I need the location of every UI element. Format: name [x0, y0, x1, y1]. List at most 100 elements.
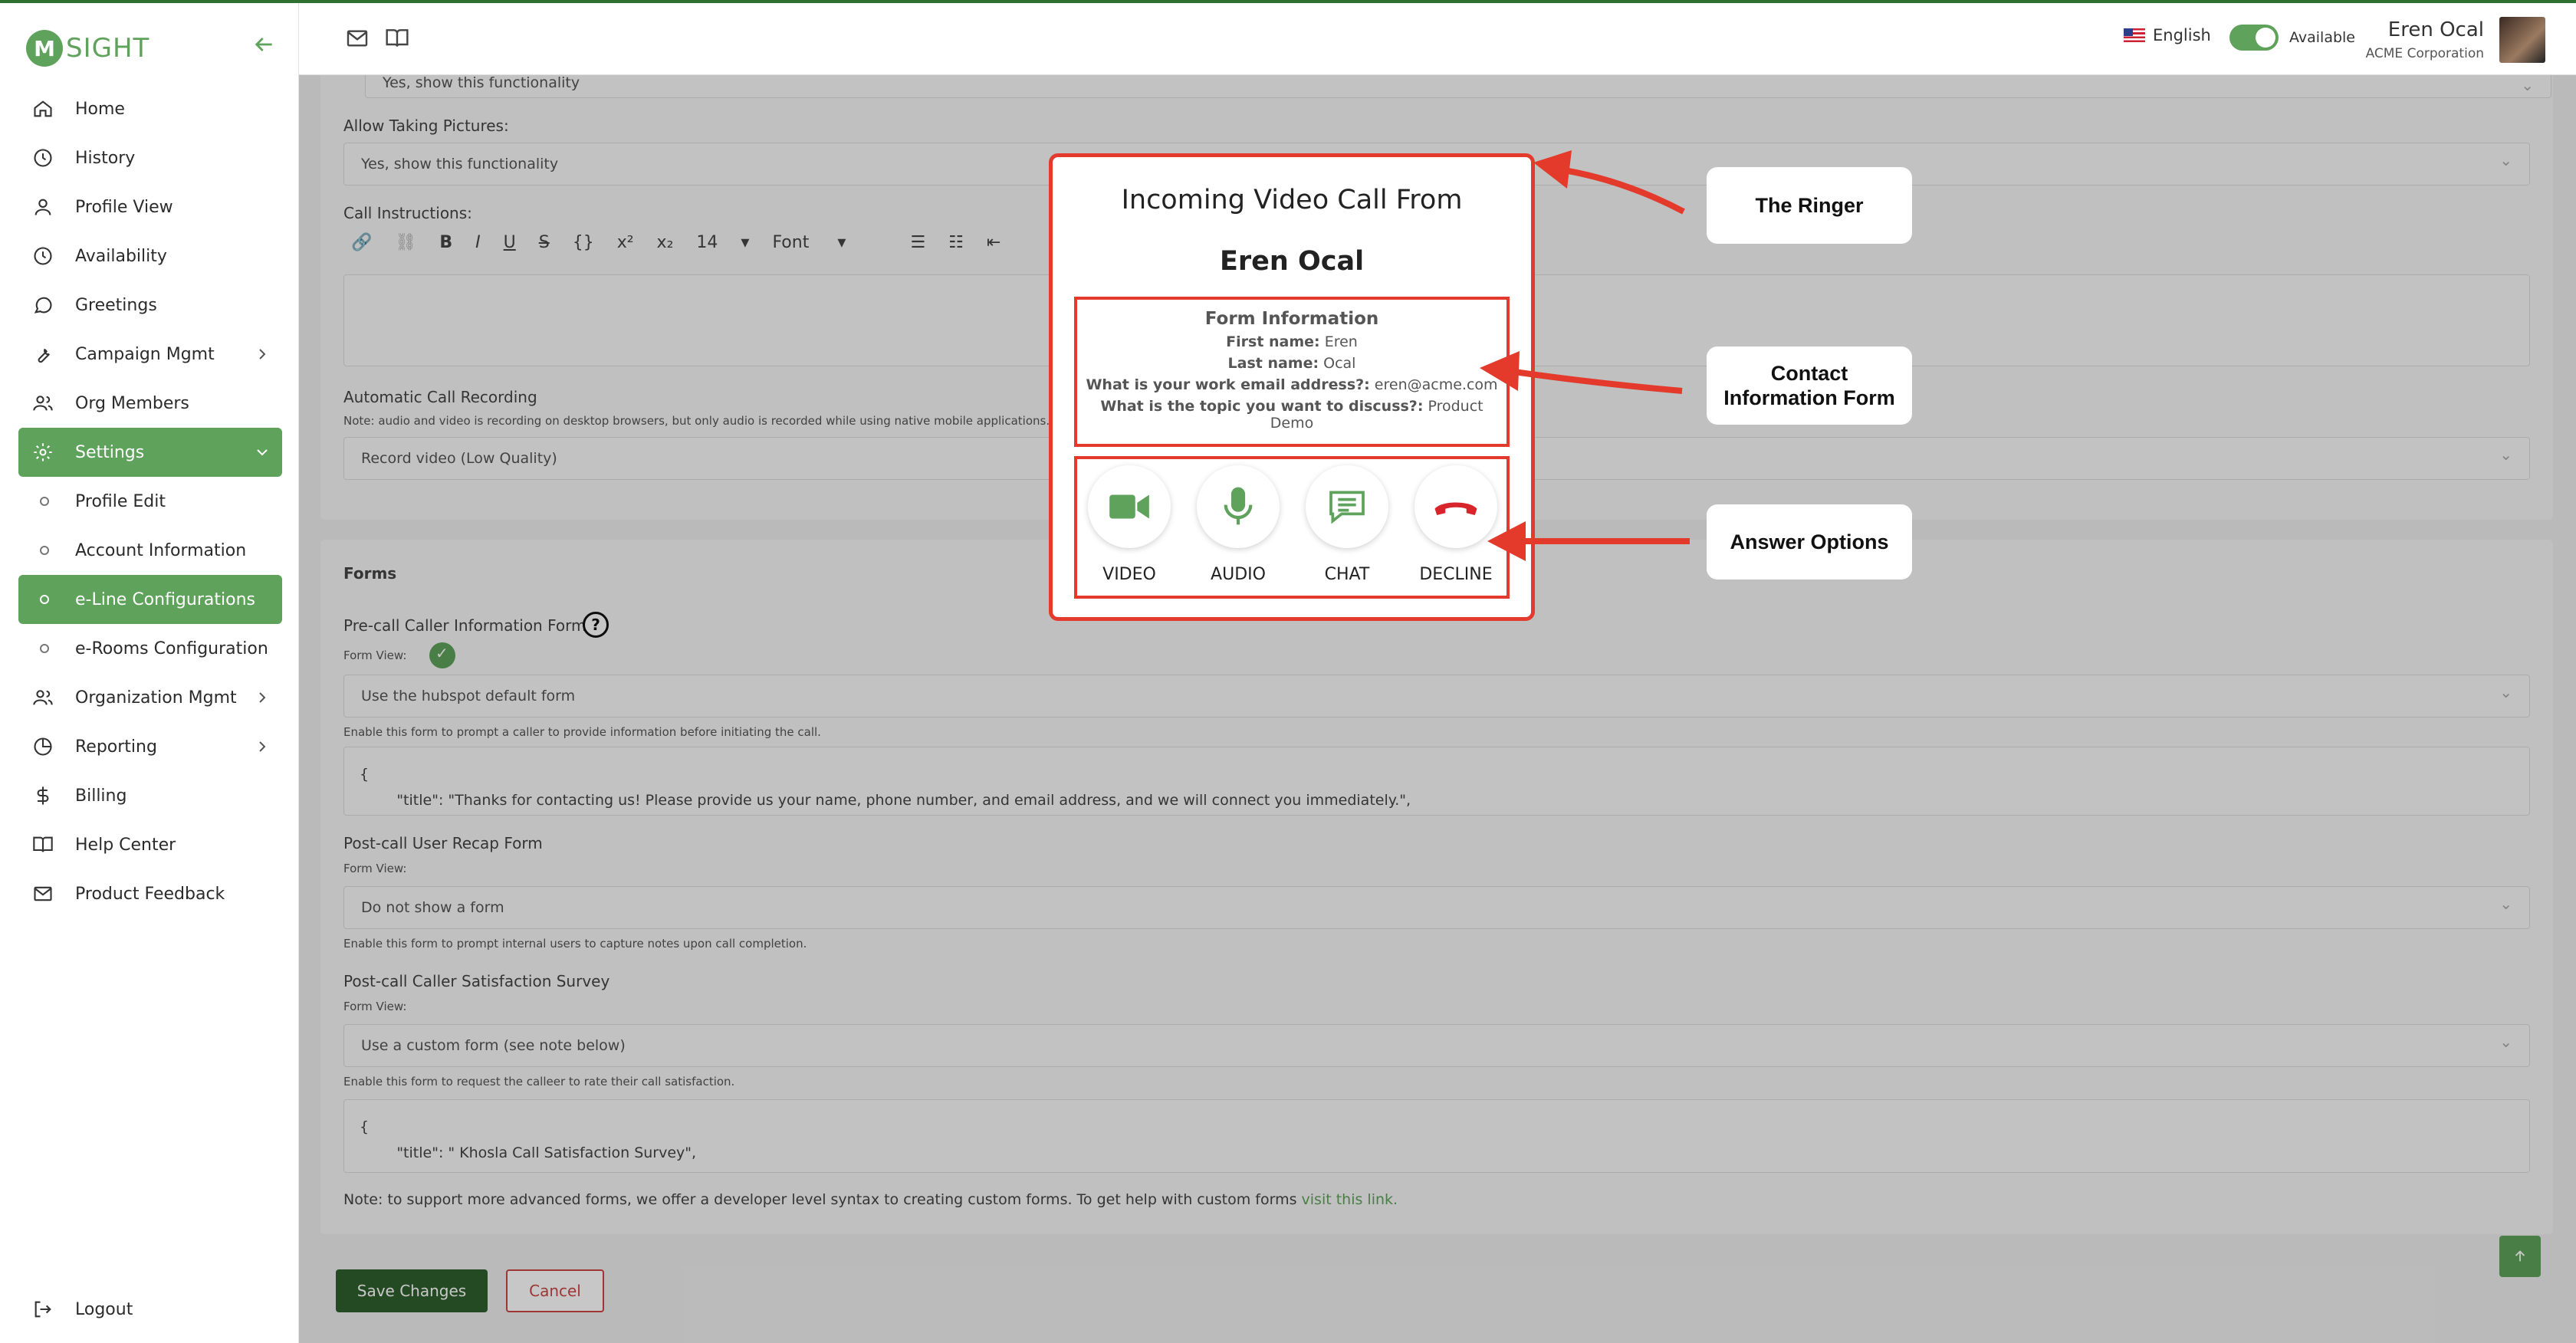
chevron-right-icon	[259, 741, 266, 752]
sidebar-item-label: Home	[75, 99, 125, 119]
wrench-icon	[38, 348, 50, 363]
logo-mark: M	[26, 30, 63, 67]
sidebar-item-org-members[interactable]: Org Members	[18, 379, 282, 428]
sidebar-item-help-center[interactable]: Help Center	[18, 820, 282, 869]
audio-answer-button[interactable]: AUDIO	[1192, 465, 1284, 584]
sidebar-item-label: Profile Edit	[75, 491, 166, 511]
logout-section: Logout	[18, 1285, 282, 1334]
user-organization: ACME Corporation	[2365, 46, 2484, 61]
form-field-first-name: First name: Eren	[1226, 333, 1358, 350]
ringer-title: Incoming Video Call From	[1121, 185, 1463, 215]
sidebar-item-label: e-Line Configurations	[75, 589, 255, 609]
logout-button[interactable]: Logout	[18, 1285, 282, 1334]
book-icon	[33, 836, 53, 852]
book-icon[interactable]	[385, 26, 409, 51]
decline-label: DECLINE	[1419, 565, 1493, 584]
form-field-topic: What is the topic you want to discuss?: …	[1100, 398, 1484, 432]
avatar[interactable]	[2499, 17, 2545, 63]
form-field-last-name: Last name: Ocal	[1227, 355, 1356, 372]
sidebar-item-label: Campaign Mgmt	[75, 344, 215, 364]
circle-bullet-icon	[40, 644, 49, 653]
top-accent-line	[0, 0, 2576, 3]
sidebar-item-account-information[interactable]: Account Information	[18, 526, 282, 575]
circle-bullet-icon	[40, 595, 49, 604]
video-label: VIDEO	[1102, 565, 1156, 584]
video-answer-button[interactable]: VIDEO	[1083, 465, 1175, 584]
audio-button-circle[interactable]	[1197, 465, 1280, 548]
sidebar-item-label: Greetings	[75, 295, 157, 315]
chat-answer-button[interactable]: CHAT	[1301, 465, 1393, 584]
sidebar-item-reporting[interactable]: Reporting	[18, 722, 282, 771]
hang-up-icon	[1434, 502, 1477, 515]
answer-options: VIDEO AUDIO CHAT DECLINE	[1074, 456, 1510, 599]
contact-information-form: Form Information First name: Eren Last n…	[1074, 297, 1510, 447]
form-information-title: Form Information	[1204, 309, 1379, 329]
sidebar-item-profile-view[interactable]: Profile View	[18, 182, 282, 231]
chevron-right-icon	[259, 692, 266, 703]
sidebar-item-label: Reporting	[75, 737, 157, 757]
mail-icon	[34, 886, 52, 901]
sidebar-item-e-line-configurations[interactable]: e-Line Configurations	[18, 575, 282, 624]
us-flag-icon	[2124, 28, 2145, 42]
callout-contact-information-form: Contact Information Form	[1707, 346, 1912, 425]
sidebar-item-label: Profile View	[75, 197, 173, 217]
top-bar: English Available Eren Ocal ACME Corpora…	[299, 3, 2576, 75]
callout-the-ringer: The Ringer	[1707, 167, 1912, 244]
sidebar-item-e-rooms-configuration[interactable]: e-Rooms Configuration	[18, 624, 282, 673]
user-icon	[34, 199, 51, 215]
availability-toggle[interactable]	[2229, 25, 2279, 51]
sidebar-item-profile-edit[interactable]: Profile Edit	[18, 477, 282, 526]
incoming-call-ringer: Incoming Video Call From Eren Ocal Form …	[1049, 153, 1535, 621]
chat-label: CHAT	[1324, 565, 1370, 584]
logout-label: Logout	[75, 1299, 133, 1319]
sidebar-item-greetings[interactable]: Greetings	[18, 281, 282, 330]
logo[interactable]: M SIGHT	[26, 29, 150, 67]
sidebar-item-label: Help Center	[75, 835, 176, 855]
users-icon	[33, 396, 53, 411]
sidebar-item-label: History	[75, 148, 136, 168]
sidebar-item-label: Settings	[75, 442, 145, 462]
sidebar-item-organization-mgmt[interactable]: Organization Mgmt	[18, 673, 282, 722]
sidebar-item-label: Product Feedback	[75, 884, 225, 904]
microphone-icon	[1224, 487, 1253, 525]
language-selector[interactable]: English	[2124, 26, 2211, 44]
sidebar-nav: Home History Profile View Availability G…	[18, 84, 282, 918]
audio-label: AUDIO	[1211, 565, 1266, 584]
sidebar-item-settings[interactable]: Settings	[18, 428, 282, 477]
decline-button-circle[interactable]	[1414, 465, 1497, 548]
logo-text: SIGHT	[66, 33, 150, 64]
sidebar-item-history[interactable]: History	[18, 133, 282, 182]
chat-button-circle[interactable]	[1306, 465, 1388, 548]
circle-bullet-icon	[40, 546, 49, 555]
sidebar-item-label: Organization Mgmt	[75, 688, 237, 708]
mail-icon[interactable]	[345, 26, 370, 51]
logout-icon	[34, 1301, 51, 1318]
decline-button[interactable]: DECLINE	[1410, 465, 1502, 584]
availability-status: Available	[2289, 29, 2356, 46]
sidebar-item-label: Account Information	[75, 540, 247, 560]
sidebar-item-label: e-Rooms Configuration	[75, 639, 268, 658]
clock-icon	[34, 247, 52, 265]
home-icon	[34, 100, 52, 117]
pie-chart-icon	[34, 737, 52, 756]
callout-contact-line2: Information Form	[1723, 386, 1895, 409]
chat-icon	[1329, 491, 1365, 524]
arrow-left-icon[interactable]	[251, 32, 276, 57]
chevron-right-icon	[259, 349, 266, 360]
sidebar-item-product-feedback[interactable]: Product Feedback	[18, 869, 282, 918]
sidebar-item-label: Availability	[75, 246, 167, 266]
sidebar-item-home[interactable]: Home	[18, 84, 282, 133]
circle-bullet-icon	[40, 497, 49, 506]
video-camera-icon	[1109, 494, 1149, 519]
gear-icon	[34, 443, 52, 461]
caller-name: Eren Ocal	[1219, 246, 1365, 277]
clock-icon	[34, 149, 52, 167]
video-button-circle[interactable]	[1088, 465, 1171, 548]
sidebar-item-label: Org Members	[75, 393, 189, 413]
user-name[interactable]: Eren Ocal	[2388, 18, 2484, 41]
callout-answer-options: Answer Options	[1707, 504, 1912, 580]
sidebar-item-label: Billing	[75, 786, 127, 806]
sidebar-item-billing[interactable]: Billing	[18, 771, 282, 820]
sidebar-item-campaign-mgmt[interactable]: Campaign Mgmt	[18, 330, 282, 379]
sidebar-item-availability[interactable]: Availability	[18, 231, 282, 281]
